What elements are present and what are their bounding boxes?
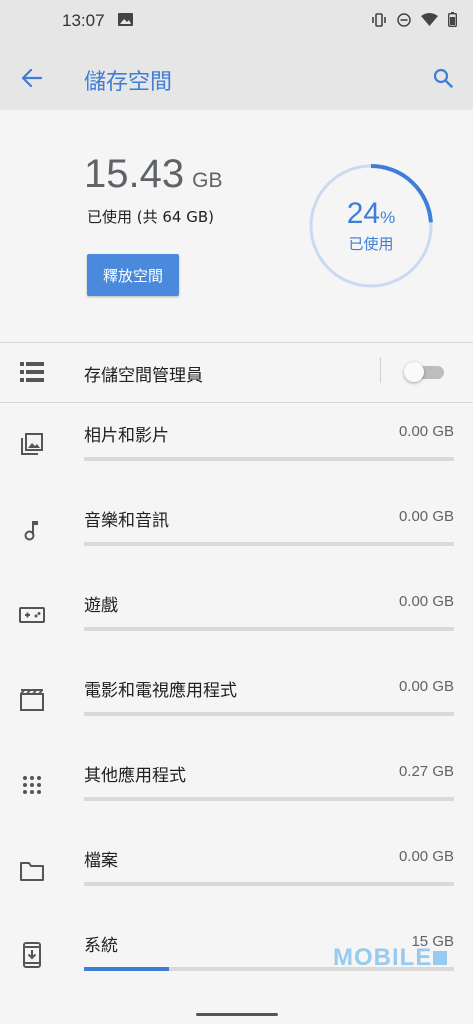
gamepad-icon bbox=[18, 601, 46, 629]
battery-icon bbox=[448, 12, 457, 27]
percent-value: 24 bbox=[346, 196, 381, 230]
used-unit: GB bbox=[192, 169, 223, 192]
movie-icon bbox=[18, 686, 46, 714]
category-label: 音樂和音訊 bbox=[84, 511, 169, 531]
wifi-icon bbox=[421, 13, 438, 26]
image-notification-icon bbox=[118, 13, 133, 26]
free-up-space-button[interactable]: 釋放空間 bbox=[87, 254, 179, 296]
category-size: 0.27 GB bbox=[398, 763, 454, 780]
storage-list-icon bbox=[20, 362, 44, 382]
category-label: 遊戲 bbox=[84, 596, 118, 616]
gesture-nav-handle[interactable] bbox=[196, 1013, 278, 1016]
category-usage-bar bbox=[84, 712, 454, 716]
status-bar: 13:07 bbox=[0, 0, 473, 44]
category-usage-bar bbox=[84, 542, 454, 546]
page-title: 儲存空間 bbox=[84, 70, 173, 95]
category-size: 0.00 GB bbox=[398, 423, 454, 440]
back-button[interactable] bbox=[16, 62, 48, 94]
storage-manager-toggle[interactable] bbox=[404, 362, 444, 382]
category-row-movies[interactable]: 電影和電視應用程式 0.00 GB bbox=[0, 658, 473, 743]
category-label: 其他應用程式 bbox=[84, 766, 186, 786]
category-label: 電影和電視應用程式 bbox=[84, 681, 237, 701]
category-size: 0.00 GB bbox=[398, 678, 454, 695]
category-row-photos[interactable]: 相片和影片 0.00 GB bbox=[0, 403, 473, 488]
storage-manager-row[interactable]: 存儲空間管理員 bbox=[0, 343, 473, 401]
category-size: 0.00 GB bbox=[398, 508, 454, 525]
apps-grid-icon bbox=[18, 771, 46, 799]
system-update-icon bbox=[18, 941, 46, 969]
category-row-other-apps[interactable]: 其他應用程式 0.27 GB bbox=[0, 743, 473, 828]
watermark-text: MOBILE bbox=[333, 944, 433, 971]
category-size: 0.00 GB bbox=[398, 593, 454, 610]
music-note-icon bbox=[18, 516, 46, 544]
category-usage-bar bbox=[84, 627, 454, 631]
category-row-games[interactable]: 遊戲 0.00 GB bbox=[0, 573, 473, 658]
category-size: 0.00 GB bbox=[398, 848, 454, 865]
percent-used: 24% bbox=[346, 196, 396, 230]
status-time: 13:07 bbox=[62, 11, 105, 30]
category-usage-bar bbox=[84, 797, 454, 801]
category-label: 檔案 bbox=[84, 851, 118, 871]
watermark-logo: MOBILE bbox=[333, 944, 448, 972]
folder-icon bbox=[18, 857, 46, 885]
used-amount: 15.43 GB bbox=[84, 152, 222, 197]
search-button[interactable] bbox=[427, 62, 459, 94]
category-usage-bar bbox=[84, 457, 454, 461]
app-bar: 儲存空間 bbox=[0, 44, 473, 110]
used-description: 已使用 (共 64 GB) bbox=[87, 208, 215, 226]
usage-ring: 24% 已使用 bbox=[308, 163, 434, 289]
storage-manager-label: 存儲空間管理員 bbox=[84, 366, 203, 386]
search-icon bbox=[433, 68, 453, 88]
do-not-disturb-icon bbox=[397, 12, 411, 27]
percent-label: 已使用 bbox=[348, 234, 394, 253]
photo-icon bbox=[18, 430, 46, 458]
category-label: 相片和影片 bbox=[84, 426, 169, 446]
arrow-back-icon bbox=[22, 69, 42, 87]
category-row-files[interactable]: 檔案 0.00 GB bbox=[0, 828, 473, 913]
vibrate-icon bbox=[372, 12, 386, 27]
storage-summary: 15.43 GB 已使用 (共 64 GB) 釋放空間 24% 已使用 bbox=[0, 110, 473, 342]
vertical-divider bbox=[380, 357, 381, 383]
category-usage-bar bbox=[84, 882, 454, 886]
used-value: 15.43 bbox=[84, 152, 185, 196]
category-row-music[interactable]: 音樂和音訊 0.00 GB bbox=[0, 488, 473, 573]
category-usage-fill bbox=[84, 967, 170, 971]
percent-sign: % bbox=[380, 207, 396, 227]
category-label: 系統 bbox=[84, 936, 118, 956]
